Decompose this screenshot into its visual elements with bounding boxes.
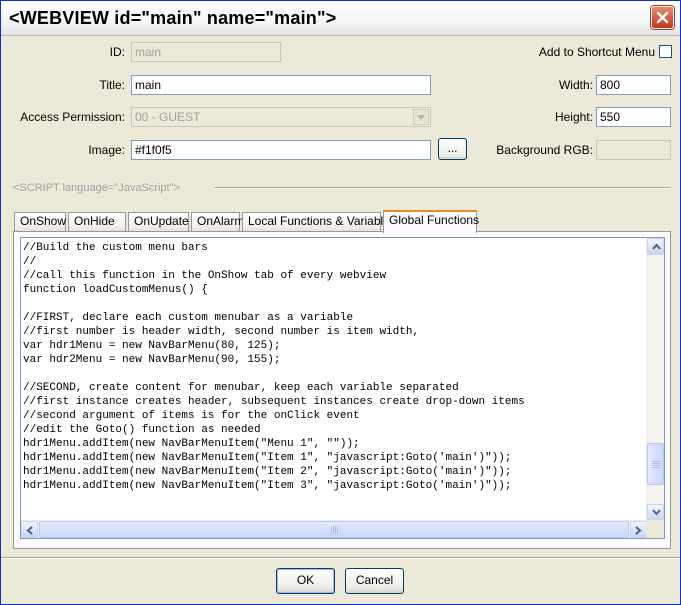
- scroll-corner: [646, 520, 664, 538]
- scroll-right-button[interactable]: [630, 521, 647, 538]
- tab-local-functions[interactable]: Local Functions & Variables: [242, 212, 396, 231]
- scroll-down-button[interactable]: [647, 504, 664, 521]
- tab-onupdate[interactable]: OnUpdate: [128, 212, 189, 231]
- scroll-left-button[interactable]: [21, 521, 38, 538]
- image-field[interactable]: #f1f0f5: [131, 140, 431, 160]
- browse-button[interactable]: ...: [438, 138, 467, 160]
- title-bar[interactable]: <WEBVIEW id="main" name="main">: [1, 1, 680, 36]
- access-label: Access Permission:: [20, 110, 125, 124]
- chevron-up-icon: [652, 243, 661, 250]
- chevron-right-icon: [635, 526, 642, 535]
- bottom-separator: [1, 557, 680, 559]
- window-title: <WEBVIEW id="main" name="main">: [9, 8, 337, 28]
- horizontal-scroll-thumb[interactable]: [39, 521, 629, 538]
- tab-onshow[interactable]: OnShow: [14, 212, 66, 231]
- scroll-up-button[interactable]: [647, 238, 664, 255]
- access-value: 00 - GUEST: [135, 110, 201, 124]
- height-field[interactable]: 550: [596, 107, 671, 127]
- tab-onhide[interactable]: OnHide: [68, 212, 126, 231]
- close-icon: [656, 11, 669, 24]
- id-label: ID:: [109, 45, 125, 59]
- close-button[interactable]: [651, 6, 674, 29]
- horizontal-scrollbar[interactable]: [21, 520, 647, 538]
- background-rgb-field: [596, 140, 671, 160]
- background-rgb-label: Background RGB:: [496, 143, 593, 157]
- image-label: Image:: [88, 143, 125, 157]
- ok-button[interactable]: OK: [276, 568, 335, 594]
- tab-global-functions[interactable]: Global Functions: [383, 210, 479, 233]
- separator: [214, 187, 670, 189]
- vertical-scroll-thumb[interactable]: [647, 443, 664, 485]
- chevron-down-icon: [652, 509, 661, 516]
- height-label: Height:: [554, 110, 593, 124]
- access-select: 00 - GUEST: [131, 107, 431, 127]
- code-text[interactable]: //Build the custom menu bars // //call t…: [23, 241, 640, 493]
- title-label: Title:: [99, 78, 125, 92]
- id-field: main: [131, 42, 281, 62]
- script-header: <SCRIPT language="JavaScript">: [13, 182, 180, 194]
- width-label: Width:: [558, 78, 593, 92]
- vertical-scrollbar[interactable]: [646, 238, 664, 521]
- title-field[interactable]: main: [131, 75, 431, 95]
- tab-onalarm[interactable]: OnAlarm: [191, 212, 244, 231]
- width-field[interactable]: 800: [596, 75, 671, 95]
- chevron-left-icon: [26, 526, 33, 535]
- code-editor[interactable]: //Build the custom menu bars // //call t…: [20, 237, 665, 539]
- shortcut-checkbox[interactable]: [659, 45, 672, 58]
- chevron-down-icon: [413, 109, 429, 125]
- shortcut-label: Add to Shortcut Menu: [538, 45, 655, 59]
- cancel-button[interactable]: Cancel: [345, 568, 404, 594]
- webview-dialog: <WEBVIEW id="main" name="main"> ID: main…: [0, 0, 681, 605]
